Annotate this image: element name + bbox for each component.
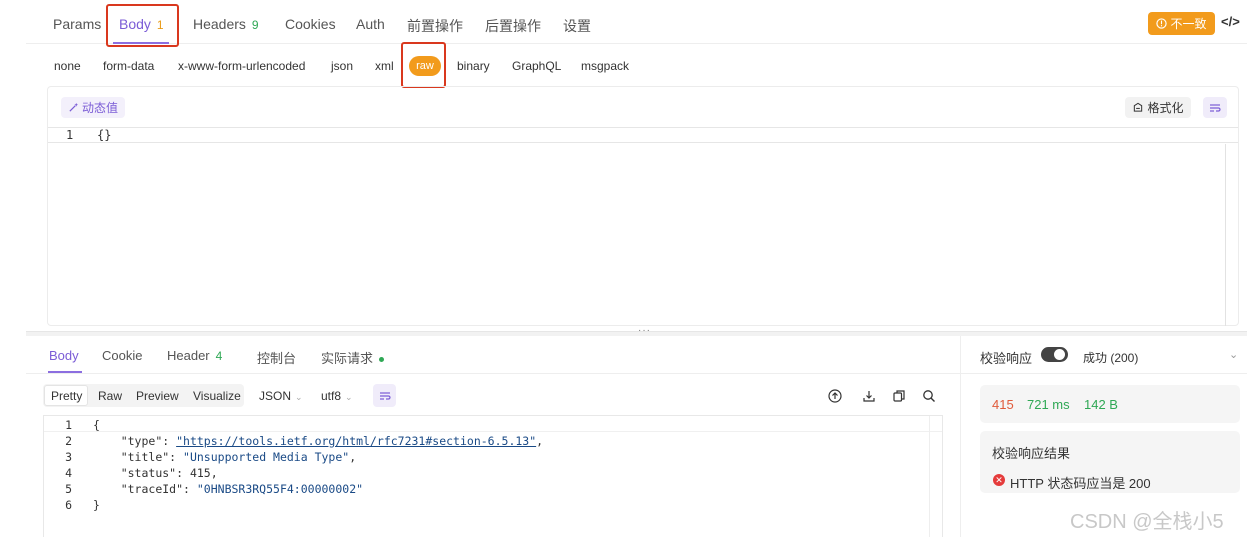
magic-wand-icon — [69, 102, 79, 112]
wrap-icon — [379, 391, 391, 400]
response-wrap-button[interactable] — [373, 384, 396, 407]
tab-post-processors[interactable]: 后置操作 — [485, 16, 541, 36]
format-icon — [1134, 102, 1143, 112]
inconsistent-label: 不一致 — [1170, 17, 1207, 31]
resp-tab-header[interactable]: Header 4 — [167, 348, 222, 363]
chevron-down-icon: ⌄ — [295, 392, 303, 402]
resp-tab-body[interactable]: Body — [49, 348, 79, 363]
format-select[interactable]: JSON ⌄ — [259, 389, 303, 403]
json-key: "title" — [120, 450, 170, 464]
editor-scrollbar[interactable] — [1225, 144, 1226, 326]
json-number-value: 415 — [189, 466, 211, 480]
error-icon: ✕ — [993, 474, 1005, 486]
tab-auth[interactable]: Auth — [356, 16, 385, 32]
body-type-none[interactable]: none — [54, 59, 81, 73]
warning-circle-icon — [1156, 18, 1168, 29]
highlight-box-body-tab — [106, 4, 179, 47]
body-type-form-data[interactable]: form-data — [103, 59, 154, 73]
line-number: 3 — [65, 450, 72, 464]
json-string-value: "0HNBSR3RQ55F4:00000002" — [196, 482, 364, 496]
resp-tab-actual-request-label: 实际请求 — [321, 351, 374, 366]
body-type-binary[interactable]: binary — [457, 59, 490, 73]
response-size: 142 B — [1084, 397, 1118, 412]
json-string-value: "Unsupported Media Type" — [183, 450, 350, 464]
format-label: 格式化 — [1147, 101, 1184, 115]
highlight-box-raw — [401, 42, 446, 88]
body-type-xml[interactable]: xml — [375, 59, 394, 73]
line-number: 1 — [65, 418, 72, 432]
body-type-msgpack[interactable]: msgpack — [581, 59, 629, 73]
view-mode-raw[interactable]: Raw — [98, 389, 122, 403]
json-key: "traceId" — [120, 482, 184, 496]
body-type-graphql[interactable]: GraphQL — [512, 59, 561, 73]
resp-tab-cookie[interactable]: Cookie — [102, 348, 142, 363]
tab-pre-processors[interactable]: 前置操作 — [407, 16, 463, 36]
code-line: "status": 415, — [120, 466, 218, 480]
encoding-select[interactable]: utf8 ⌄ — [321, 389, 353, 403]
validation-result-text: HTTP 状态码应当是 200 — [1010, 476, 1151, 491]
tab-headers-label: Headers — [193, 16, 246, 32]
status-code: 415 — [992, 397, 1014, 412]
resp-tab-console[interactable]: 控制台 — [257, 348, 296, 367]
validate-status: 成功 (200) — [1083, 351, 1139, 365]
json-key: "status" — [120, 466, 177, 480]
code-view-icon[interactable]: </> — [1221, 14, 1240, 29]
search-icon[interactable] — [920, 387, 938, 405]
editor-line-number: 1 — [66, 128, 74, 142]
resp-tab-header-label: Header — [167, 348, 210, 363]
code-line: "title": "Unsupported Media Type", — [120, 450, 357, 464]
body-type-json[interactable]: json — [331, 59, 353, 73]
request-body-editor — [47, 86, 1239, 326]
line-number: 5 — [65, 482, 72, 496]
view-mode-pretty[interactable]: Pretty — [51, 389, 82, 403]
status-dot — [379, 357, 385, 363]
resp-tab-actual-request[interactable]: 实际请求 — [321, 348, 385, 367]
response-active-line — [44, 416, 942, 432]
code-line: "traceId": "0HNBSR3RQ55F4:00000002" — [120, 482, 364, 496]
tab-cookies[interactable]: Cookies — [285, 16, 336, 32]
chevron-down-icon: ⌄ — [345, 392, 353, 402]
line-number: 4 — [65, 466, 72, 480]
json-key: "type" — [120, 434, 163, 448]
upload-icon[interactable] — [826, 387, 844, 405]
download-icon[interactable] — [860, 387, 878, 405]
body-type-urlencoded[interactable]: x-www-form-urlencoded — [178, 59, 305, 73]
wrap-icon — [1210, 103, 1221, 112]
tab-params[interactable]: Params — [53, 16, 101, 32]
tab-headers-count: 9 — [251, 18, 259, 32]
chevron-down-icon[interactable]: ⌄ — [1229, 348, 1238, 361]
line-number: 6 — [65, 498, 72, 512]
code-line: { — [93, 418, 100, 432]
word-wrap-button[interactable] — [1203, 97, 1227, 118]
tab-settings[interactable]: 设置 — [563, 16, 591, 36]
json-url-value[interactable]: "https://tools.ietf.org/html/rfc7231#sec… — [176, 434, 536, 448]
view-mode-visualize[interactable]: Visualize — [193, 389, 241, 403]
editor-code-text[interactable]: {} — [97, 128, 111, 142]
copy-icon[interactable] — [890, 387, 908, 405]
resp-tabs-divider — [26, 373, 960, 374]
watermark: CSDN @全栈小5 — [1070, 511, 1224, 533]
dynamic-value-label: 动态值 — [81, 101, 118, 115]
toggle-knob — [1054, 349, 1065, 360]
tab-headers[interactable]: Headers 9 — [193, 16, 259, 32]
validate-response-label: 校验响应 — [980, 351, 1033, 366]
response-scrollbar[interactable] — [929, 416, 942, 537]
resp-tab-header-count: 4 — [215, 349, 223, 363]
code-line: } — [93, 498, 100, 512]
encoding-select-value: utf8 — [321, 389, 342, 403]
inconsistent-button[interactable]: 不一致 — [1148, 12, 1215, 35]
line-number: 2 — [65, 434, 72, 448]
format-select-value: JSON — [259, 389, 292, 403]
response-time: 721 ms — [1027, 397, 1070, 412]
format-button[interactable]: 格式化 — [1125, 97, 1191, 118]
drag-handle-icon[interactable]: ··· — [638, 325, 651, 336]
validation-result-title: 校验响应结果 — [992, 446, 1071, 461]
view-mode-preview[interactable]: Preview — [136, 389, 179, 403]
code-line: "type": "https://tools.ietf.org/html/rfc… — [120, 434, 544, 448]
editor-active-line — [48, 127, 1238, 143]
panel-divider — [961, 373, 1247, 374]
dynamic-value-button[interactable]: 动态值 — [61, 97, 125, 118]
